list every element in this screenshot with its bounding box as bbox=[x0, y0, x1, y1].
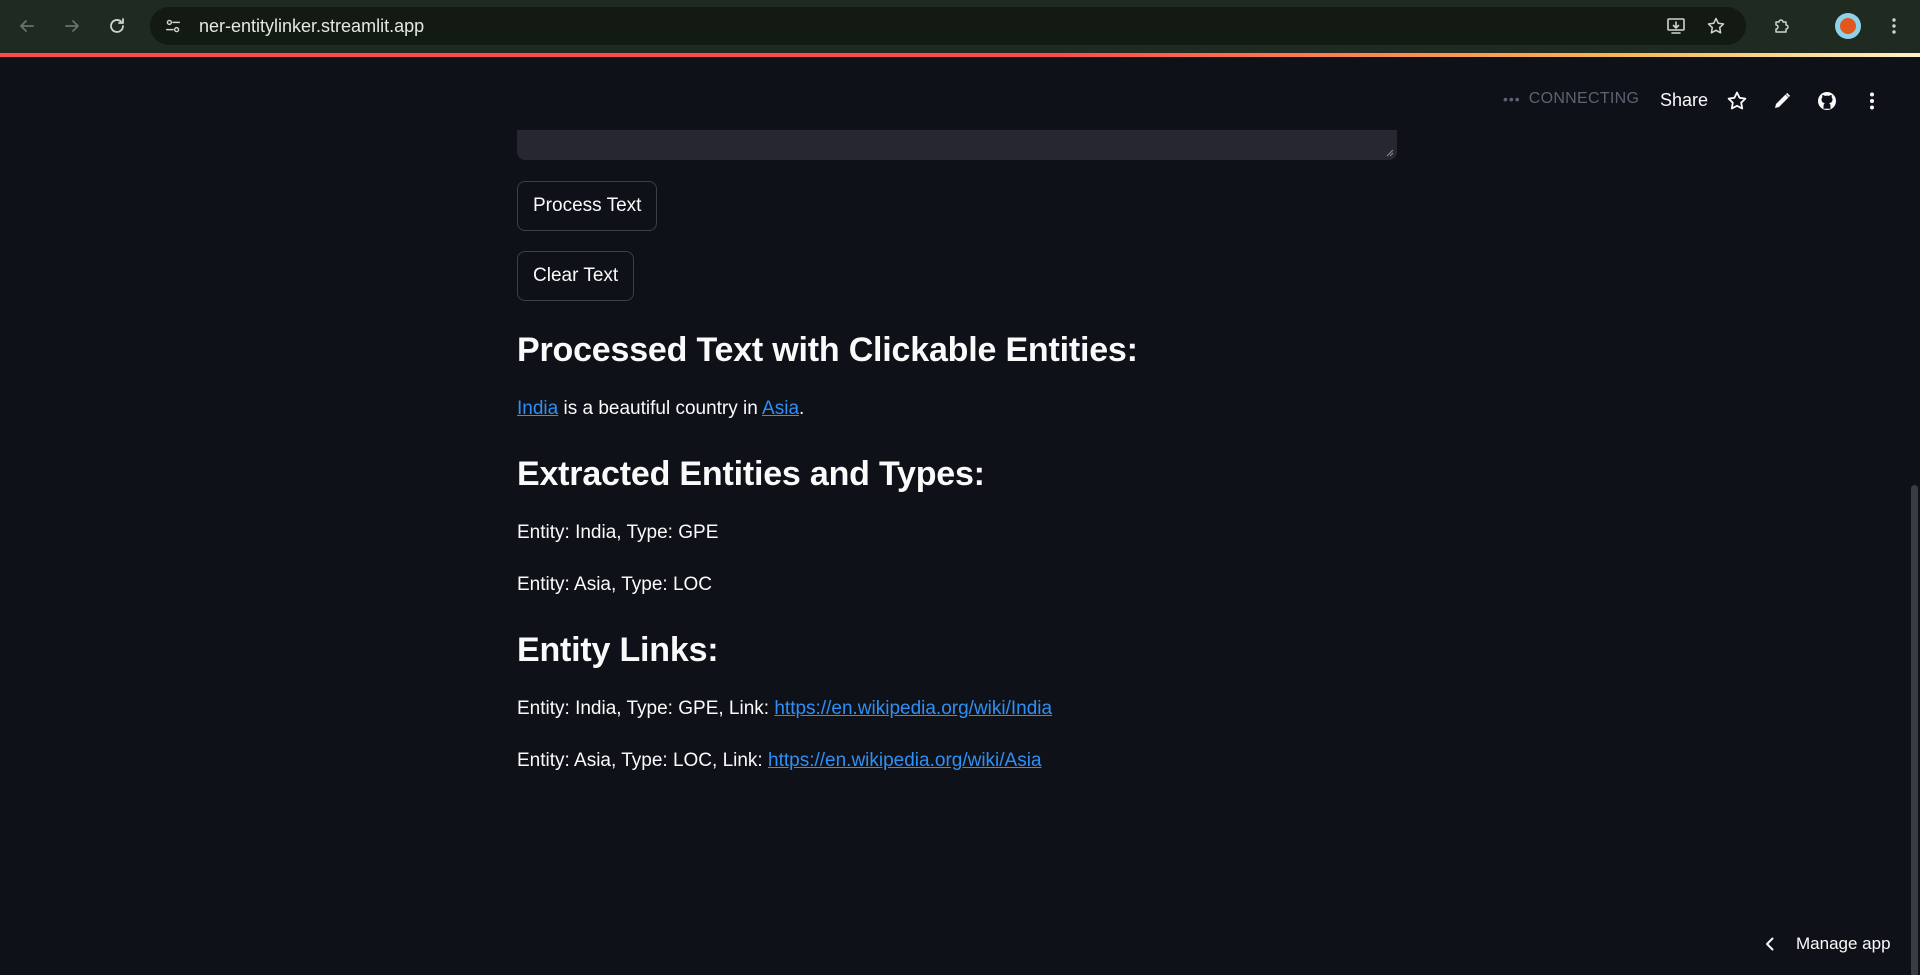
processed-text-paragraph: India is a beautiful country in Asia. bbox=[517, 397, 804, 422]
manage-app-label: Manage app bbox=[1796, 934, 1891, 953]
status-text: CONNECTING bbox=[1528, 90, 1640, 107]
back-icon[interactable] bbox=[14, 13, 40, 39]
entity-link-india[interactable]: India bbox=[517, 398, 558, 419]
extensions-icon[interactable] bbox=[1768, 12, 1796, 40]
app-menu-icon[interactable] bbox=[1858, 88, 1886, 114]
share-button[interactable]: Share bbox=[1650, 86, 1718, 114]
edit-pencil-icon[interactable] bbox=[1768, 88, 1796, 114]
address-bar[interactable]: ner-entitylinker.streamlit.app bbox=[150, 7, 1746, 45]
processed-text-heading: Processed Text with Clickable Entities: bbox=[517, 331, 1138, 369]
extracted-entity-row: Entity: Asia, Type: LOC bbox=[517, 574, 713, 595]
github-icon[interactable] bbox=[1813, 88, 1841, 114]
wikipedia-link-india[interactable]: https://en.wikipedia.org/wiki/India bbox=[774, 698, 1052, 719]
status-dots-icon: ••• bbox=[1503, 91, 1521, 107]
page-scrollbar[interactable] bbox=[1909, 57, 1920, 975]
browser-toolbar: ner-entitylinker.streamlit.app bbox=[0, 0, 1920, 53]
entity-link-row: Entity: Asia, Type: LOC, Link: https://e… bbox=[517, 749, 1042, 774]
url-text[interactable]: ner-entitylinker.streamlit.app bbox=[199, 16, 424, 37]
scrollbar-thumb[interactable] bbox=[1911, 485, 1918, 975]
entity-link-prefix: Entity: Asia, Type: LOC, Link: bbox=[517, 750, 768, 771]
clear-text-button[interactable]: Clear Text bbox=[517, 251, 635, 301]
bookmark-star-icon[interactable] bbox=[1704, 14, 1728, 38]
entity-link-row: Entity: India, Type: GPE, Link: https://… bbox=[517, 697, 1052, 722]
streamlit-top-decoration bbox=[0, 53, 1920, 57]
site-info-icon[interactable] bbox=[159, 12, 187, 40]
chevron-left-icon bbox=[1766, 937, 1774, 951]
process-text-button[interactable]: Process Text bbox=[517, 181, 658, 231]
favorite-star-icon[interactable] bbox=[1723, 88, 1751, 114]
profile-avatar[interactable] bbox=[1834, 12, 1862, 40]
processed-text-end: . bbox=[799, 398, 805, 419]
extracted-entity-row: Entity: India, Type: GPE bbox=[517, 522, 719, 543]
forward-icon[interactable] bbox=[59, 13, 85, 39]
extracted-entities-heading: Extracted Entities and Types: bbox=[517, 455, 985, 493]
resize-grip-icon[interactable] bbox=[1386, 149, 1394, 157]
install-app-icon[interactable] bbox=[1664, 14, 1688, 38]
input-textarea[interactable] bbox=[517, 130, 1397, 160]
reload-icon[interactable] bbox=[104, 13, 130, 39]
processed-text-middle: is a beautiful country in bbox=[558, 398, 763, 419]
entity-link-asia[interactable]: Asia bbox=[762, 398, 799, 419]
browser-menu-icon[interactable] bbox=[1880, 12, 1908, 40]
manage-app-button[interactable]: Manage app bbox=[1762, 934, 1891, 954]
entity-link-prefix: Entity: India, Type: GPE, Link: bbox=[517, 698, 775, 719]
entity-links-heading: Entity Links: bbox=[517, 631, 719, 669]
wikipedia-link-asia[interactable]: https://en.wikipedia.org/wiki/Asia bbox=[768, 750, 1042, 771]
connection-status: ••• CONNECTING bbox=[1503, 90, 1639, 108]
